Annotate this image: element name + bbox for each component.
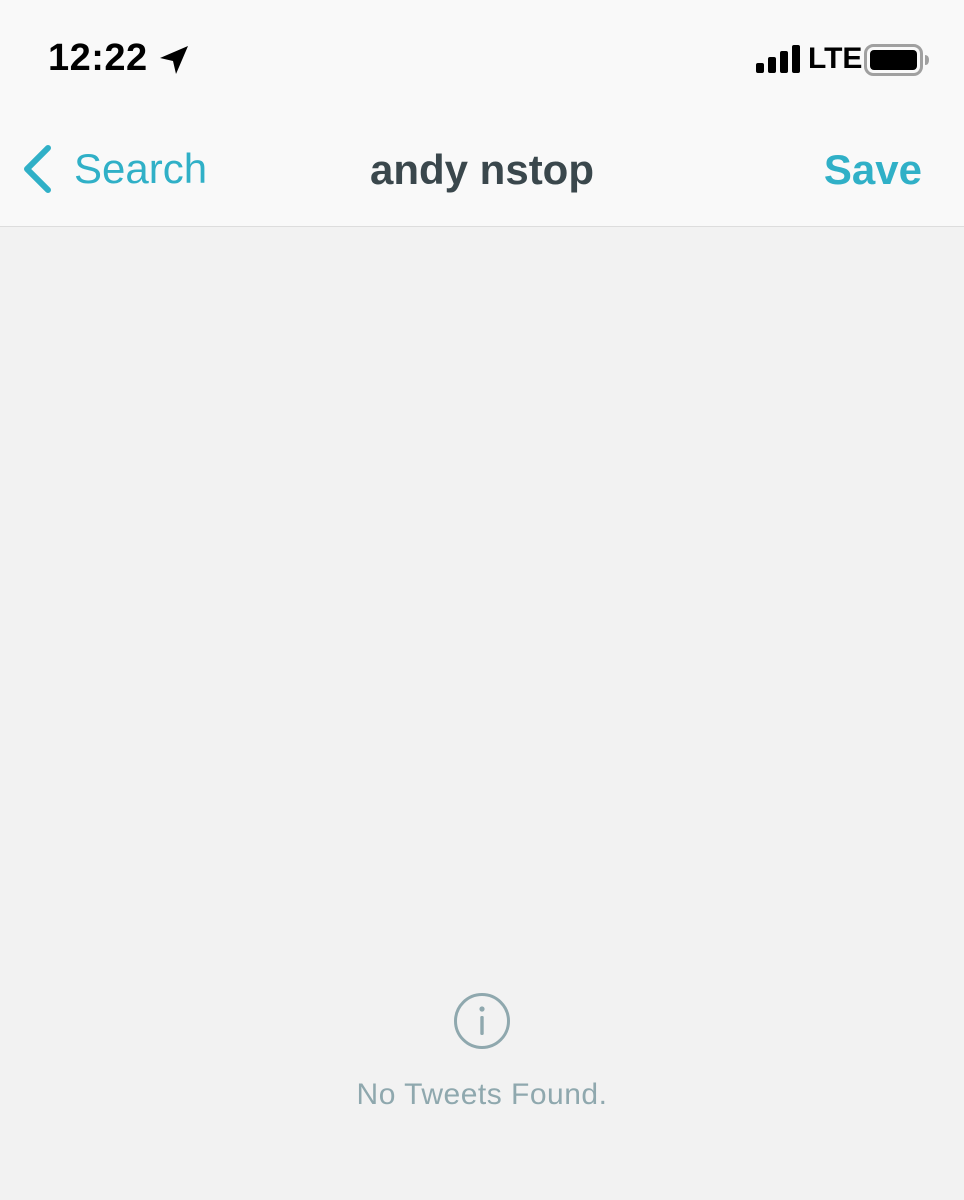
info-icon	[454, 993, 510, 1049]
tweet-list-area[interactable]: No Tweets Found.	[0, 227, 964, 1200]
navigation-bar: Search andy nstop Save	[0, 112, 964, 227]
app-screen: 12:22 LTE Search andy nstop Save No Twee…	[0, 0, 964, 1200]
back-button[interactable]: Search	[20, 140, 207, 198]
back-button-label: Search	[74, 145, 208, 192]
battery-icon	[864, 44, 929, 76]
empty-state-message: No Tweets Found.	[356, 1078, 608, 1111]
save-button[interactable]: Save	[824, 146, 922, 194]
status-bar: 12:22 LTE	[0, 0, 964, 112]
cellular-signal-icon	[756, 45, 800, 73]
empty-state: No Tweets Found.	[0, 992, 964, 1112]
chevron-left-icon	[24, 145, 51, 193]
location-arrow-icon	[160, 46, 188, 74]
network-type-label: LTE	[808, 42, 863, 75]
status-time: 12:22	[48, 37, 148, 79]
